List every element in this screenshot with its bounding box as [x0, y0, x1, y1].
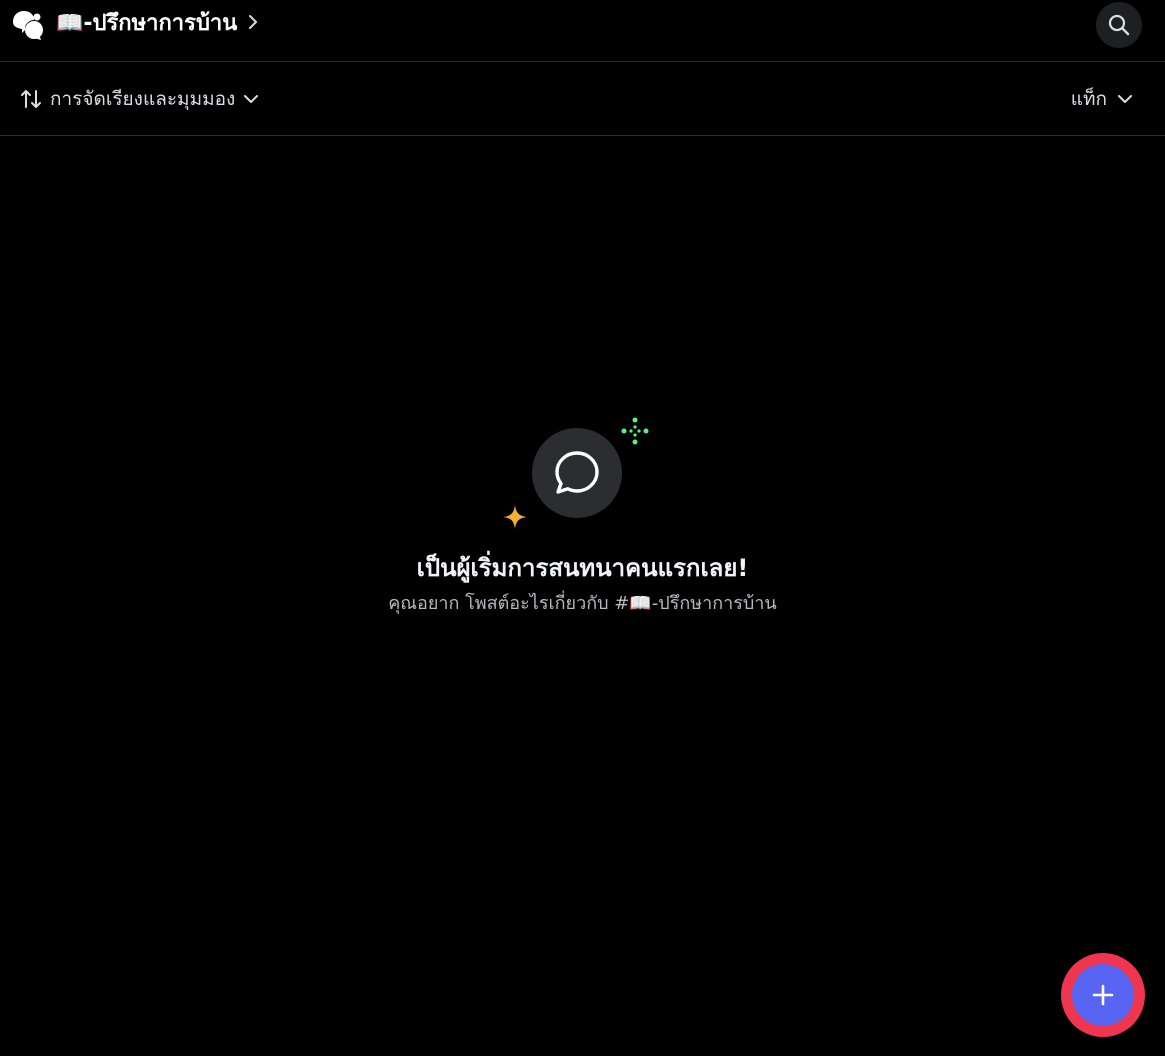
sparkle-yellow-icon	[503, 505, 527, 529]
empty-illustration	[500, 410, 660, 540]
plus-icon	[1092, 984, 1114, 1006]
sparkle-green-icon	[621, 417, 649, 445]
channel-header: 📖-ปรึกษาการบ้าน	[0, 0, 1165, 62]
new-post-button[interactable]	[1072, 964, 1134, 1026]
sort-and-view-button[interactable]: การจัดเรียงและมุมมอง	[20, 82, 259, 116]
chevron-down-icon	[244, 95, 259, 103]
forum-icon	[13, 11, 43, 40]
forum-toolbar: การจัดเรียงและมุมมอง แท็ก	[0, 62, 1165, 136]
chat-bubble-icon	[555, 451, 599, 494]
chevron-down-icon	[1118, 95, 1132, 103]
channel-title[interactable]: 📖-ปรึกษาการบ้าน	[56, 4, 259, 40]
chevron-right-icon	[249, 15, 258, 29]
sort-arrows-icon	[21, 90, 41, 108]
chat-bubble-circle	[532, 428, 622, 518]
sort-label: การจัดเรียงและมุมมอง	[50, 88, 236, 110]
empty-state-subtitle: คุณอยาก โพสต์อะไรเกี่ยวกับ #📖-ปรึกษาการบ…	[388, 593, 777, 614]
tags-filter-button[interactable]: แท็ก	[1071, 82, 1133, 116]
new-post-button-highlight	[1061, 953, 1145, 1037]
channel-name: 📖-ปรึกษาการบ้าน	[56, 10, 238, 36]
empty-state-title: เป็นผู้เริ่มการสนทนาคนแรกเลย!	[416, 554, 749, 582]
tags-label: แท็ก	[1070, 88, 1107, 110]
search-button[interactable]	[1096, 2, 1142, 48]
search-icon	[1108, 14, 1130, 36]
